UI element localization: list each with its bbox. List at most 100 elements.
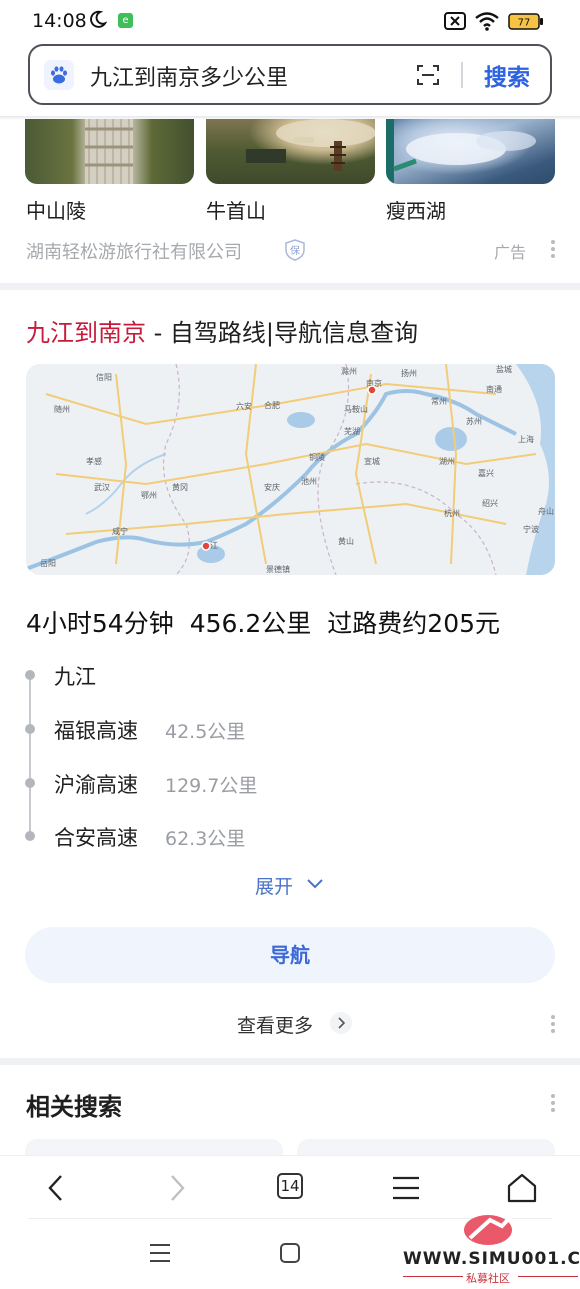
place-image-zhongshanling[interactable] bbox=[25, 119, 194, 184]
route-timeline-line bbox=[29, 678, 31, 836]
map-label: 宁波 bbox=[523, 524, 539, 534]
forward-icon[interactable] bbox=[160, 1172, 192, 1204]
route-duration: 4小时54分钟 bbox=[26, 609, 174, 638]
watermark-subtitle: 私募社区 bbox=[466, 1272, 510, 1285]
status-bar: 14:08 e 77 bbox=[0, 0, 580, 42]
map-label: 六安 bbox=[236, 401, 252, 411]
route-step-name: 沪渝高速 bbox=[54, 773, 138, 797]
map-label: 鄂州 bbox=[141, 491, 157, 500]
ad-label: 广告 bbox=[494, 243, 527, 262]
svg-text:77: 77 bbox=[518, 18, 531, 29]
map-label: 安庆 bbox=[264, 482, 280, 492]
section-divider bbox=[0, 1058, 580, 1065]
timeline-dot bbox=[25, 831, 35, 841]
sim-off-icon bbox=[444, 12, 466, 30]
route-step-name: 九江 bbox=[54, 665, 96, 689]
place-image-niushoushan[interactable] bbox=[206, 119, 375, 184]
route-map-canvas: 信阳 随州 六安 合肥 南京 扬州 南通 盐城 滁州 马鞍山 芜湖 铜陵 宣城 … bbox=[26, 364, 555, 575]
map-label: 黄冈 bbox=[172, 482, 188, 492]
tabs-icon[interactable]: 14 bbox=[277, 1173, 303, 1199]
start-marker bbox=[201, 541, 211, 551]
route-step-name: 合安高速 bbox=[54, 826, 138, 850]
home-icon[interactable] bbox=[506, 1172, 538, 1204]
map-label: 湖州 bbox=[439, 457, 455, 466]
map-label: 合肥 bbox=[264, 400, 280, 410]
chevron-down-icon[interactable] bbox=[306, 878, 324, 890]
moon-icon bbox=[90, 10, 107, 28]
map-label: 岳阳 bbox=[40, 558, 56, 568]
navigate-button[interactable]: 导航 bbox=[25, 927, 555, 983]
route-step-distance: 42.5公里 bbox=[165, 721, 246, 743]
route-title-rest: - 自驾路线|导航信息查询 bbox=[146, 319, 419, 347]
route-distance: 456.2公里 bbox=[189, 609, 312, 638]
ad-image-row bbox=[0, 119, 580, 184]
more-options-icon[interactable] bbox=[551, 1094, 555, 1114]
place-label[interactable]: 瘦西湖 bbox=[386, 195, 446, 224]
search-input[interactable]: 九江到南京多少公里 bbox=[90, 60, 288, 92]
route-step-distance: 62.3公里 bbox=[165, 828, 246, 850]
search-box[interactable]: 九江到南京多少公里 搜索 bbox=[28, 44, 552, 105]
map-label: 武汉 bbox=[94, 482, 110, 492]
place-label[interactable]: 牛首山 bbox=[206, 195, 266, 224]
watermark-rule bbox=[403, 1276, 463, 1277]
map-label: 南通 bbox=[486, 384, 502, 394]
expand-button[interactable]: 展开 bbox=[255, 872, 293, 899]
timeline-dot bbox=[25, 778, 35, 788]
map-label: 滁州 bbox=[341, 366, 357, 376]
map-label: 马鞍山 bbox=[344, 404, 368, 414]
map-label: 扬州 bbox=[401, 368, 417, 378]
recents-icon[interactable] bbox=[148, 1242, 172, 1264]
map-label: 咸宁 bbox=[112, 526, 128, 536]
timeline-dot bbox=[25, 724, 35, 734]
menu-icon[interactable] bbox=[390, 1172, 422, 1204]
battery-icon: 77 bbox=[508, 13, 543, 30]
map-label: 池州 bbox=[301, 476, 317, 486]
svg-text:保: 保 bbox=[290, 244, 300, 257]
view-more-link[interactable]: 查看更多 bbox=[237, 1011, 313, 1038]
watermark-logo bbox=[464, 1208, 519, 1245]
map-label: 铜陵 bbox=[309, 452, 325, 462]
baidu-paw-icon bbox=[44, 60, 74, 90]
place-label[interactable]: 中山陵 bbox=[26, 195, 86, 224]
more-options-icon[interactable] bbox=[551, 240, 555, 260]
route-step-name: 福银高速 bbox=[54, 719, 138, 743]
back-icon[interactable] bbox=[41, 1172, 73, 1204]
wifi-icon bbox=[475, 12, 499, 31]
more-options-icon[interactable] bbox=[551, 1015, 555, 1035]
route-summary: 4小时54分钟 456.2公里 过路费约205元 bbox=[26, 604, 516, 640]
shield-badge-icon: 保 bbox=[285, 239, 305, 261]
map-label: 上海 bbox=[518, 434, 534, 444]
place-image-shouxihu[interactable] bbox=[386, 119, 555, 184]
search-button[interactable]: 搜索 bbox=[484, 58, 530, 92]
map-label: 随州 bbox=[54, 404, 70, 414]
status-time: 14:08 bbox=[32, 10, 87, 32]
end-marker bbox=[367, 385, 377, 395]
route-title[interactable]: 九江到南京 - 自驾路线|导航信息查询 bbox=[26, 313, 418, 348]
map-label: 孝感 bbox=[86, 456, 102, 466]
map-label: 盐城 bbox=[496, 364, 512, 374]
timeline-dot bbox=[25, 670, 35, 680]
system-home-icon[interactable] bbox=[279, 1242, 301, 1264]
scan-icon[interactable] bbox=[416, 63, 440, 87]
route-map[interactable]: 信阳 随州 六安 合肥 南京 扬州 南通 盐城 滁州 马鞍山 芜湖 铜陵 宣城 … bbox=[26, 364, 555, 575]
route-title-highlight: 九江到南京 bbox=[26, 319, 146, 347]
map-label: 嘉兴 bbox=[478, 468, 494, 478]
map-label: 常州 bbox=[431, 397, 447, 406]
chevron-right-icon[interactable] bbox=[330, 1012, 352, 1034]
section-divider bbox=[0, 283, 580, 290]
search-divider bbox=[461, 62, 463, 88]
map-label: 黄山 bbox=[338, 536, 354, 546]
map-label: 芜湖 bbox=[344, 426, 360, 436]
app-notification-icon: e bbox=[118, 13, 133, 28]
related-searches-title: 相关搜索 bbox=[26, 1093, 122, 1121]
route-toll: 过路费约205元 bbox=[327, 609, 501, 638]
map-label: 景德镇 bbox=[266, 564, 290, 574]
route-step-distance: 129.7公里 bbox=[165, 775, 258, 797]
watermark-url: WWW.SIMU001.CN bbox=[403, 1249, 580, 1269]
watermark-rule bbox=[518, 1276, 578, 1277]
map-label: 信阳 bbox=[96, 372, 112, 382]
ad-company-name[interactable]: 湖南轻松游旅行社有限公司 bbox=[26, 238, 242, 264]
map-label: 苏州 bbox=[466, 416, 482, 426]
map-label: 舟山 bbox=[538, 506, 554, 516]
map-label: 宣城 bbox=[364, 456, 380, 466]
